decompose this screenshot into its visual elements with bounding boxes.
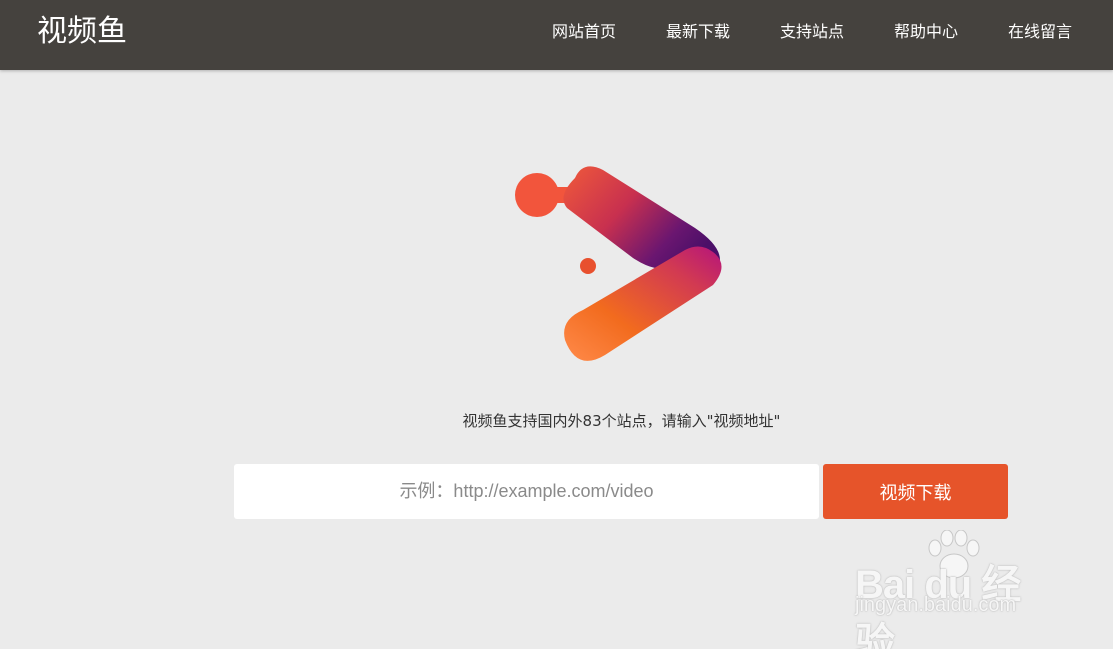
nav-feedback[interactable]: 在线留言 [1008, 21, 1072, 43]
site-logo-text[interactable]: 视频鱼 [37, 12, 127, 52]
baidu-jingyan-watermark: Bai du 经验 jingyan.baidu.com [855, 530, 1055, 649]
supported-sites-tagline: 视频鱼支持国内外83个站点，请输入"视频地址" [462, 412, 781, 430]
nav-home[interactable]: 网站首页 [552, 21, 616, 43]
top-navigation-bar: 视频鱼 网站首页 最新下载 支持站点 帮助中心 在线留言 [0, 0, 1113, 70]
logo-dot-small [580, 258, 596, 274]
video-url-input[interactable] [234, 464, 819, 519]
nav-latest-downloads[interactable]: 最新下载 [666, 21, 730, 43]
watermark-url: jingyan.baidu.com [855, 594, 1017, 616]
nav-help-center[interactable]: 帮助中心 [894, 21, 958, 43]
nav-supported-sites[interactable]: 支持站点 [780, 21, 844, 43]
play-logo-icon [515, 166, 722, 361]
video-download-button[interactable]: 视频下载 [823, 464, 1008, 519]
